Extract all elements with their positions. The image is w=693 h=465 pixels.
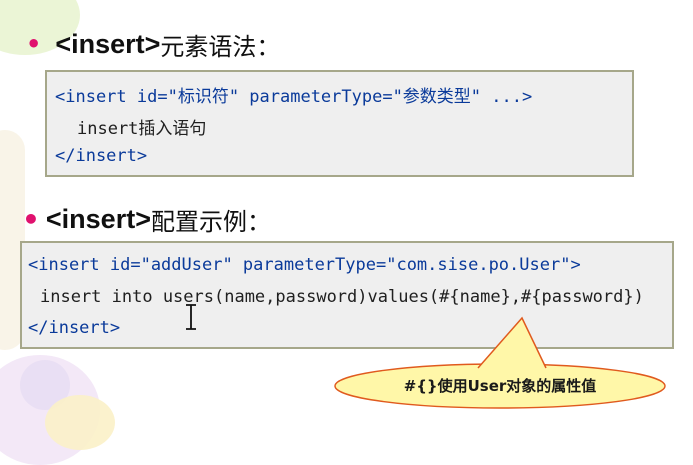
- heading-tag: <insert>: [45, 203, 151, 234]
- callout-text: #{}使用User对象的属性值: [403, 377, 597, 395]
- heading-tag: <insert>: [55, 28, 161, 59]
- syntax-code-box: <insert id="标识符" parameterType="参数类型" ..…: [45, 70, 634, 177]
- bullet-icon: •: [26, 30, 42, 58]
- section-heading-syntax: • <insert> 元素语法：: [26, 24, 280, 64]
- code-line: <insert id="标识符" parameterType="参数类型" ..…: [55, 87, 533, 107]
- code-line: </insert>: [28, 318, 121, 338]
- code-line: </insert>: [55, 146, 148, 166]
- code-line: insert插入语句: [77, 119, 207, 139]
- section-heading-example: • <insert> 配置示例：: [22, 199, 271, 239]
- heading-title: 配置示例：: [150, 207, 271, 236]
- decorative-blob: [20, 360, 70, 410]
- bullet-icon: •: [22, 202, 40, 236]
- text-cursor-icon: [186, 304, 196, 330]
- example-code-box: <insert id="addUser" parameterType="com.…: [20, 241, 674, 349]
- code-line: <insert id="addUser" parameterType="com.…: [28, 255, 581, 275]
- decorative-blob: [45, 395, 115, 450]
- heading-title: 元素语法：: [160, 32, 281, 61]
- code-line: insert into users(name,password)values(#…: [40, 287, 644, 307]
- decorative-blob: [0, 355, 100, 465]
